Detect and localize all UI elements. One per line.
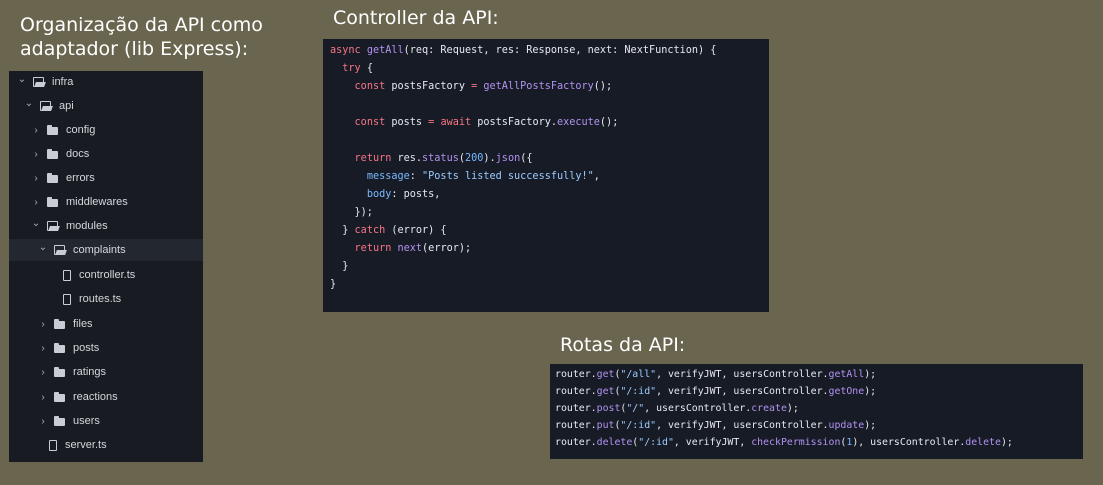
tree-folder-files[interactable]: › files	[9, 313, 203, 335]
chevron-down-icon: ⌄	[38, 242, 48, 253]
tree-folder-ratings[interactable]: › ratings	[9, 361, 203, 383]
folder-icon	[47, 124, 58, 135]
file-icon	[49, 439, 57, 451]
chevron-right-icon: ›	[41, 415, 45, 427]
controller-code-block: async getAll(req: Request, res: Response…	[323, 39, 769, 312]
tree-folder-complaints[interactable]: ⌄ complaints	[9, 239, 203, 261]
tree-folder-reactions[interactable]: › reactions	[9, 386, 203, 408]
tree-item-label: docs	[66, 148, 90, 160]
chevron-right-icon: ›	[41, 366, 45, 378]
code-line: }	[330, 279, 337, 290]
heading-rotas: Rotas da API:	[560, 334, 686, 356]
folder-icon	[47, 196, 58, 207]
folder-open-icon	[33, 77, 44, 87]
tree-file-controller-ts[interactable]: ›controller.ts	[9, 264, 203, 286]
tree-item-label: errors	[66, 172, 95, 184]
code-line: router.get("/all", verifyJWT, usersContr…	[555, 369, 877, 380]
chevron-down-icon: ⌄	[17, 74, 27, 85]
tree-folder-users[interactable]: › users	[9, 410, 203, 432]
file-explorer-tree: ⌄ infra ⌄ api › config › docs › errors › middleware…	[9, 71, 203, 462]
tree-item-label: files	[73, 318, 93, 330]
folder-icon	[54, 318, 65, 329]
code-line: });	[330, 207, 373, 218]
tree-item-label: ratings	[73, 366, 107, 378]
code-line: } catch (error) {	[330, 225, 447, 236]
tree-item-label: complaints	[73, 244, 126, 256]
folder-icon	[54, 342, 65, 353]
tree-folder-posts[interactable]: › posts	[9, 337, 203, 359]
tree-item-label: infra	[52, 76, 74, 88]
tree-item-label: reactions	[73, 391, 118, 403]
heading-controller: Controller da API:	[333, 7, 499, 29]
code-line: const posts = await postsFactory.execute…	[354, 117, 619, 128]
tree-item-label: routes.ts	[79, 293, 122, 305]
folder-icon	[54, 366, 65, 377]
folder-icon	[47, 148, 58, 159]
file-icon	[63, 269, 71, 281]
tree-item-label: controller.ts	[79, 269, 136, 281]
code-line: }	[330, 261, 349, 272]
routes-code-block: router.get("/all", verifyJWT, usersContr…	[550, 364, 1083, 459]
heading-organizacao: Organização da API como adaptador (lib E…	[20, 14, 263, 60]
code-line: return next(error);	[354, 243, 472, 254]
folder-icon	[54, 415, 65, 426]
tree-file-routes-ts[interactable]: ›routes.ts	[9, 288, 203, 310]
chevron-right-icon: ›	[41, 342, 45, 354]
tree-item-label: modules	[66, 220, 108, 232]
tree-folder-docs[interactable]: › docs	[9, 143, 203, 165]
tree-folder-api[interactable]: ⌄ api	[9, 95, 203, 117]
code-line: body: posts,	[366, 189, 441, 200]
chevron-right-icon: ›	[41, 391, 45, 403]
tree-item-label: posts	[73, 342, 100, 354]
chevron-down-icon: ⌄	[24, 98, 34, 109]
chevron-right-icon: ›	[34, 196, 38, 208]
tree-folder-errors[interactable]: › errors	[9, 167, 203, 189]
folder-icon	[54, 391, 65, 402]
tree-file-server-ts[interactable]: ›server.ts	[9, 434, 203, 456]
code-line: router.post("/", usersController.create)…	[555, 403, 799, 414]
folder-open-icon	[54, 245, 65, 255]
chevron-right-icon: ›	[34, 172, 38, 184]
tree-folder-modules[interactable]: ⌄ modules	[9, 215, 203, 237]
code-line: router.get("/:id", verifyJWT, usersContr…	[555, 386, 877, 397]
tree-item-label: users	[73, 415, 100, 427]
tree-item-label: api	[59, 100, 74, 112]
chevron-right-icon: ›	[34, 124, 38, 136]
chevron-down-icon: ⌄	[31, 218, 41, 229]
tree-item-label: server.ts	[65, 439, 107, 451]
folder-open-icon	[47, 221, 58, 231]
file-icon	[63, 293, 71, 305]
chevron-right-icon: ›	[41, 318, 45, 330]
tree-folder-infra[interactable]: ⌄ infra	[9, 71, 203, 93]
code-line: try {	[342, 63, 373, 74]
tree-item-label: config	[66, 124, 96, 136]
folder-icon	[47, 172, 58, 183]
tree-folder-config[interactable]: › config	[9, 119, 203, 141]
code-line: return res.status(200).json({	[354, 153, 533, 164]
folder-open-icon	[40, 101, 51, 111]
code-line: message: "Posts listed successfully!",	[366, 171, 600, 182]
tree-folder-middlewares[interactable]: › middlewares	[9, 191, 203, 213]
code-line: const postsFactory = getAllPostsFactory(…	[354, 81, 613, 92]
code-line: router.put("/:id", verifyJWT, usersContr…	[555, 420, 877, 431]
code-line: async getAll(req: Request, res: Response…	[330, 45, 717, 56]
chevron-right-icon: ›	[34, 148, 38, 160]
tree-item-label: middlewares	[66, 196, 128, 208]
code-line: router.delete("/:id", verifyJWT, checkPe…	[555, 437, 1013, 448]
